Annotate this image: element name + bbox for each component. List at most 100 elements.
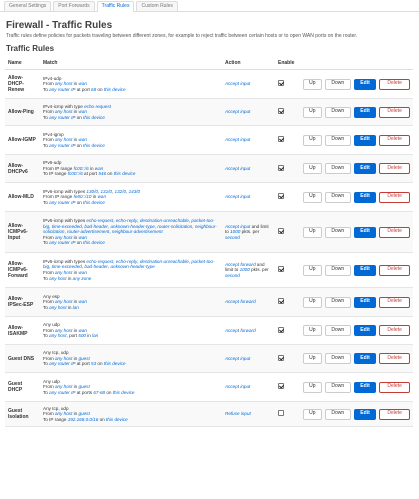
section-title: Traffic Rules [6,44,55,53]
match-value: second [225,234,240,240]
rule-name: Allow-Ping [5,98,40,126]
match-value: lan [72,304,79,310]
down-button[interactable]: Down [324,163,351,174]
rule-buttons: Up Down Edit Delete [300,316,413,345]
up-button[interactable]: Up [303,325,322,336]
match-value: wan [78,299,87,305]
match-value: wan [78,234,87,240]
enable-checkbox[interactable] [278,326,284,333]
edit-button[interactable]: Edit [353,78,377,90]
down-button[interactable]: Down [324,353,351,364]
up-button[interactable]: Up [303,78,322,90]
down-button[interactable]: Down [324,191,351,203]
edit-button[interactable]: Edit [353,325,377,336]
tab-custom-rules[interactable]: Custom Rules [136,1,178,11]
up-button[interactable]: Up [303,296,322,308]
edit-button[interactable]: Edit [353,264,377,276]
rule-name: Allow-ICMPv6-Forward [5,252,40,288]
up-button[interactable]: Up [303,191,322,203]
down-button[interactable]: Down [324,134,351,146]
delete-button[interactable]: Delete [379,325,410,336]
tab-general-settings[interactable]: General Settings [4,1,52,11]
match-value: router-solicitation [157,223,193,229]
enable-checkbox[interactable] [278,228,284,235]
up-button[interactable]: Up [303,226,322,238]
down-button[interactable]: Down [324,264,351,276]
match-text: From [43,299,55,305]
down-button[interactable]: Down [324,381,351,393]
rule-buttons: Up Down Edit Delete [300,211,413,253]
down-button[interactable]: Down [324,78,351,90]
rule-match: IPv4-igmp From any host in wan To any rout… [40,125,222,155]
up-button[interactable]: Up [303,106,322,118]
down-button[interactable]: Down [324,226,351,238]
enable-checkbox[interactable] [278,80,284,87]
match-text: on [75,240,84,246]
enable-checkbox[interactable] [278,383,284,390]
delete-button[interactable]: Delete [379,134,410,146]
delete-button[interactable]: Delete [379,226,410,238]
edit-button[interactable]: Edit [353,226,377,238]
edit-button[interactable]: Edit [353,408,377,420]
match-line: To any host, port 500 in lan [43,333,219,339]
down-button[interactable]: Down [324,408,351,420]
rule-match: IPv6-icmp with types echo-request, echo-… [40,252,222,288]
rule-name: Guest Isolation [5,401,40,427]
delete-button[interactable]: Delete [379,106,410,118]
rule-action: Accept input [222,69,275,99]
match-value: this device [103,361,126,367]
match-value: 131/0 [100,188,112,194]
edit-button[interactable]: Edit [353,191,377,203]
delete-button[interactable]: Delete [379,353,410,364]
down-button[interactable]: Down [324,296,351,308]
match-text: IPv6-icmp with types [43,218,87,224]
delete-button[interactable]: Delete [379,264,410,276]
match-value: wan [78,327,87,333]
edit-button[interactable]: Edit [353,353,377,364]
match-text: IPv4-igmp [43,131,64,137]
match-value: Accept forward [225,299,256,305]
up-button[interactable]: Up [303,408,322,420]
down-button[interactable]: Down [324,325,351,336]
up-button[interactable]: Up [303,353,322,364]
up-button[interactable]: Up [303,163,322,174]
match-line: To IP range 192.168.0.0/16 on this devic… [43,417,219,423]
enable-checkbox[interactable] [278,354,284,361]
delete-button[interactable]: Delete [379,408,410,420]
edit-button[interactable]: Edit [353,163,377,174]
match-value: any host [55,299,73,305]
enable-checkbox[interactable] [278,410,284,417]
match-value: 1000 [230,229,241,235]
edit-button[interactable]: Edit [353,106,377,118]
rule-buttons: Up Down Edit Delete [300,125,413,155]
edit-button[interactable]: Edit [353,381,377,393]
tab-port-forwards[interactable]: Port Forwards [53,1,95,11]
tab-traffic-rules[interactable]: Traffic Rules [96,1,135,12]
up-button[interactable]: Up [303,381,322,393]
edit-button[interactable]: Edit [353,134,377,146]
rule-action: Accept input and limit to 1000 pkts. per… [222,211,275,253]
delete-button[interactable]: Delete [379,296,410,308]
delete-button[interactable]: Delete [379,191,410,203]
down-button[interactable]: Down [324,106,351,118]
match-value: any router IP [49,86,76,92]
delete-button[interactable]: Delete [379,78,410,90]
enable-checkbox[interactable] [278,298,284,305]
delete-button[interactable]: Delete [379,381,410,393]
enable-checkbox[interactable] [278,266,284,273]
rule-match: Any udp From any host in guest To any rout… [40,372,222,402]
delete-button[interactable]: Delete [379,163,410,174]
edit-button[interactable]: Edit [353,296,377,308]
enable-checkbox[interactable] [278,108,284,115]
match-value: any host [49,275,67,281]
match-value: echo-reply [115,258,138,264]
enable-checkbox[interactable] [278,136,284,143]
up-button[interactable]: Up [303,134,322,146]
match-value: any router IP [49,389,76,395]
up-button[interactable]: Up [303,264,322,276]
enable-checkbox[interactable] [278,193,284,200]
match-value: wan [78,81,87,87]
match-value: fc00::/6 [67,171,83,177]
table-row: Allow-MLD IPv6-icmp with types 130/0, 131… [5,182,413,212]
enable-checkbox[interactable] [278,164,284,171]
